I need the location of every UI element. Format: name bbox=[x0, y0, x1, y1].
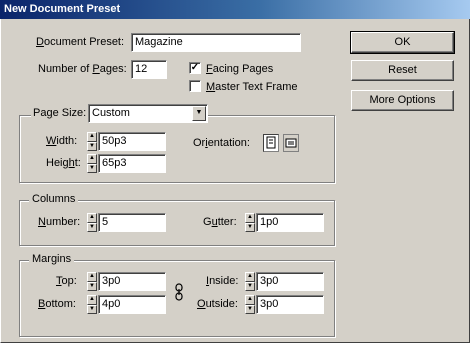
reset-button[interactable]: Reset bbox=[351, 60, 454, 81]
gutter-stepper[interactable]: ▲ ▼ bbox=[245, 213, 255, 232]
height-label: Height: bbox=[46, 157, 81, 169]
spin-down-icon[interactable]: ▼ bbox=[87, 281, 97, 291]
margin-bottom-label: Bottom: bbox=[38, 298, 76, 310]
more-options-button[interactable]: More Options bbox=[351, 90, 454, 111]
master-text-frame-checkbox[interactable] bbox=[189, 80, 201, 92]
margin-outside-label: Outside: bbox=[197, 298, 238, 310]
spin-up-icon[interactable]: ▲ bbox=[87, 272, 97, 282]
window-title: New Document Preset bbox=[4, 3, 121, 15]
margin-inside-label: Inside: bbox=[206, 275, 239, 287]
margin-top-input[interactable]: 3p0 bbox=[98, 272, 166, 291]
spin-down-icon[interactable]: ▼ bbox=[245, 281, 255, 291]
margin-bottom-stepper[interactable]: ▲ ▼ bbox=[87, 295, 97, 314]
width-label: Width: bbox=[46, 135, 78, 147]
margin-outside-input[interactable]: 3p0 bbox=[256, 295, 324, 314]
width-stepper[interactable]: ▲ ▼ bbox=[87, 132, 97, 151]
dropdown-arrow-icon[interactable]: ▼ bbox=[192, 106, 206, 121]
columns-number-stepper[interactable]: ▲ ▼ bbox=[87, 213, 97, 232]
ok-button[interactable]: OK bbox=[350, 31, 455, 54]
number-of-pages-label: Number of Pages: bbox=[38, 63, 127, 75]
landscape-orientation-button[interactable] bbox=[283, 134, 299, 152]
spin-down-icon[interactable]: ▼ bbox=[245, 222, 255, 232]
columns-group-title: Columns bbox=[29, 193, 79, 205]
page-size-label: Page Size: bbox=[31, 107, 89, 119]
title-bar: New Document Preset bbox=[0, 0, 470, 19]
margin-top-label: Top: bbox=[56, 275, 77, 287]
gutter-label: Gutter: bbox=[203, 216, 237, 228]
columns-number-label: Number: bbox=[38, 216, 81, 228]
margin-top-stepper[interactable]: ▲ ▼ bbox=[87, 272, 97, 291]
number-of-pages-input[interactable]: 12 bbox=[131, 60, 167, 79]
spin-down-icon[interactable]: ▼ bbox=[87, 222, 97, 232]
document-preset-label: Document Preset: bbox=[36, 36, 125, 48]
spin-down-icon[interactable]: ▼ bbox=[87, 141, 97, 151]
spin-up-icon[interactable]: ▲ bbox=[87, 154, 97, 164]
spin-up-icon[interactable]: ▲ bbox=[87, 295, 97, 305]
spin-up-icon[interactable]: ▲ bbox=[245, 295, 255, 305]
columns-number-input[interactable]: 5 bbox=[98, 213, 166, 232]
margins-group-title: Margins bbox=[29, 253, 75, 265]
facing-pages-label: Facing Pages bbox=[206, 63, 274, 75]
page-size-value: Custom bbox=[92, 107, 130, 119]
portrait-orientation-icon bbox=[266, 136, 276, 149]
margin-inside-stepper[interactable]: ▲ ▼ bbox=[245, 272, 255, 291]
height-input[interactable]: 65p3 bbox=[98, 154, 166, 173]
spin-down-icon[interactable]: ▼ bbox=[87, 163, 97, 173]
page-size-select[interactable]: Custom ▼ bbox=[88, 104, 208, 123]
height-stepper[interactable]: ▲ ▼ bbox=[87, 154, 97, 173]
gutter-input[interactable]: 1p0 bbox=[256, 213, 324, 232]
width-input[interactable]: 50p3 bbox=[98, 132, 166, 151]
spin-up-icon[interactable]: ▲ bbox=[87, 213, 97, 223]
spin-up-icon[interactable]: ▲ bbox=[87, 132, 97, 142]
master-text-frame-label: Master Text Frame bbox=[206, 81, 298, 93]
facing-pages-checkbox[interactable]: ✓ bbox=[189, 62, 201, 74]
spin-down-icon[interactable]: ▼ bbox=[245, 304, 255, 314]
document-preset-input[interactable]: Magazine bbox=[131, 33, 301, 52]
margin-inside-input[interactable]: 3p0 bbox=[256, 272, 324, 291]
spin-up-icon[interactable]: ▲ bbox=[245, 213, 255, 223]
landscape-orientation-icon bbox=[285, 138, 297, 148]
orientation-label: Orientation: bbox=[193, 137, 250, 149]
margin-outside-stepper[interactable]: ▲ ▼ bbox=[245, 295, 255, 314]
portrait-orientation-button[interactable] bbox=[263, 134, 279, 152]
spin-up-icon[interactable]: ▲ bbox=[245, 272, 255, 282]
chain-link-icon[interactable] bbox=[173, 283, 185, 301]
spin-down-icon[interactable]: ▼ bbox=[87, 304, 97, 314]
dialog-body: Document Preset: Magazine Number of Page… bbox=[0, 19, 470, 343]
margin-bottom-input[interactable]: 4p0 bbox=[98, 295, 166, 314]
